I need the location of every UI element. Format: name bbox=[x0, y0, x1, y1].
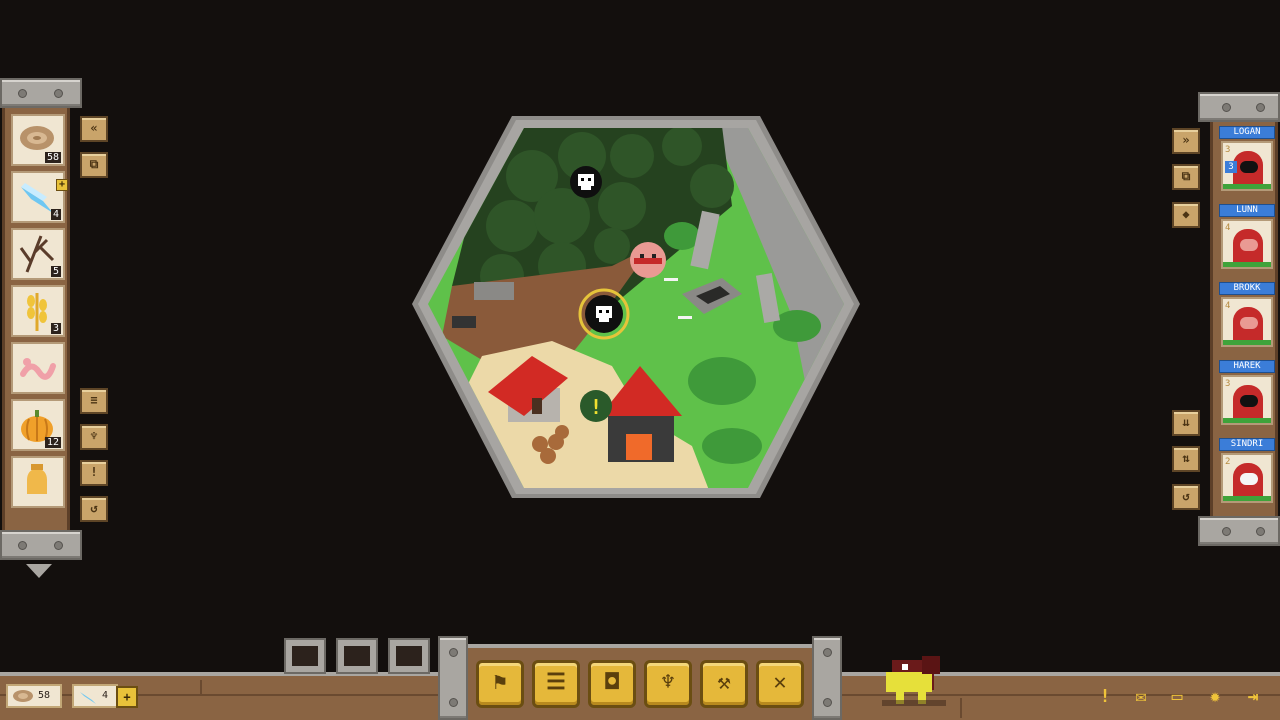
crystal-resource-counter: 4 bbox=[72, 684, 118, 708]
unit-level: 4 bbox=[1225, 223, 1231, 233]
unit-portrait: 4 bbox=[1221, 219, 1273, 269]
roster-sort-down-button[interactable]: ⇊ bbox=[1172, 410, 1200, 436]
swords-button[interactable]: ✕ bbox=[756, 660, 804, 708]
unit-name: LUNN bbox=[1219, 204, 1275, 217]
unit-name: BROKK bbox=[1219, 282, 1275, 295]
alert-glyph: ! bbox=[590, 395, 602, 419]
item-count: 12 bbox=[44, 437, 61, 448]
worm-icon bbox=[20, 358, 56, 380]
mug-button[interactable]: ◘ bbox=[588, 660, 636, 708]
hooded-face-icon bbox=[1240, 395, 1258, 407]
unit-portrait: 3 3 bbox=[1221, 141, 1273, 191]
unit-name: SINDRI bbox=[1219, 438, 1275, 451]
wood-log-icon bbox=[13, 690, 33, 702]
hooded-face-icon bbox=[1240, 161, 1258, 173]
unit-portrait: 2 bbox=[1221, 453, 1273, 503]
roster-copy-button[interactable]: ⧉ bbox=[1172, 164, 1200, 190]
mine-cart bbox=[474, 282, 514, 300]
crystal-icon bbox=[80, 692, 96, 704]
quick-slot-2[interactable] bbox=[336, 638, 378, 674]
inventory-list: 58 + 4 5 3 12 bbox=[2, 108, 70, 530]
settings-gear-icon[interactable]: ✹ bbox=[1202, 684, 1228, 710]
pig-face-icon bbox=[1240, 239, 1258, 251]
unit-level: 2 bbox=[1225, 457, 1231, 467]
item-count: 3 bbox=[50, 323, 61, 334]
enemy-skull-marker[interactable] bbox=[570, 166, 602, 198]
roster-refresh-button[interactable]: ↺ bbox=[1172, 484, 1200, 510]
unit-card[interactable]: LOGAN 3 3 bbox=[1219, 126, 1275, 196]
wood-resource-counter: 58 bbox=[6, 684, 62, 708]
expand-roster-button[interactable]: » bbox=[1172, 128, 1200, 154]
trophy-button[interactable]: ♆ bbox=[644, 660, 692, 708]
pickaxe-button[interactable]: ⚒ bbox=[700, 660, 748, 708]
inventory-slot-honey[interactable] bbox=[11, 456, 65, 508]
hex-map-tile[interactable]: ! bbox=[412, 116, 860, 498]
enemy-skull-marker-selected[interactable] bbox=[578, 288, 630, 340]
item-count: 58 bbox=[44, 152, 61, 163]
exit-icon[interactable]: ⇥ bbox=[1240, 684, 1266, 710]
mail-icon[interactable]: ✉ bbox=[1128, 684, 1154, 710]
add-crystal-button[interactable]: + bbox=[56, 179, 68, 191]
inventory-slot-worm[interactable] bbox=[11, 342, 65, 394]
inventory-alert-button[interactable]: ! bbox=[80, 460, 108, 486]
item-count: 5 bbox=[50, 266, 61, 277]
pet-creature-icon[interactable] bbox=[882, 652, 946, 710]
roster-list: LOGAN 3 3 LUNN 4 BROKK 4 HAREK 3 SINDRI … bbox=[1210, 122, 1278, 516]
unit-portrait: 4 bbox=[1221, 297, 1273, 347]
inventory-panel: 58 + 4 5 3 12 bbox=[0, 78, 82, 564]
roster-panel: LOGAN 3 3 LUNN 4 BROKK 4 HAREK 3 SINDRI … bbox=[1198, 92, 1280, 548]
unit-portrait: 3 bbox=[1221, 375, 1273, 425]
quick-slot-3[interactable] bbox=[388, 638, 430, 674]
action-toolbar: ⚑ ☰ ◘ ♆ ⚒ ✕ bbox=[438, 636, 842, 720]
buy-crystal-button[interactable]: + bbox=[116, 686, 138, 708]
inventory-slot-crystal[interactable]: + 4 bbox=[11, 171, 68, 223]
flag-button[interactable]: ⚑ bbox=[476, 660, 524, 708]
quick-slot-1[interactable] bbox=[284, 638, 326, 674]
pink-unit-marker[interactable] bbox=[630, 242, 666, 278]
toolbar-post-left bbox=[438, 636, 468, 720]
unit-name: HAREK bbox=[1219, 360, 1275, 373]
unit-card[interactable]: SINDRI 2 bbox=[1219, 438, 1275, 508]
roster-frame-top bbox=[1198, 92, 1280, 122]
item-count: 4 bbox=[50, 209, 61, 220]
wood-count: 58 bbox=[38, 690, 51, 701]
crystal-count: 4 bbox=[102, 690, 109, 701]
scroll-button[interactable]: ☰ bbox=[532, 660, 580, 708]
unit-badge: 3 bbox=[1225, 161, 1237, 173]
toolbar-post-right bbox=[812, 636, 842, 720]
game-screen: 58 + 4 5 3 12 « ⧉ ≡ ♆ ! ↺ ! LOGAN 3 3 LU… bbox=[0, 0, 1280, 720]
honey-icon bbox=[27, 464, 47, 494]
roster-gem-button[interactable]: ◆ bbox=[1172, 202, 1200, 228]
skull-face-icon bbox=[1240, 473, 1258, 485]
unit-card[interactable]: BROKK 4 bbox=[1219, 282, 1275, 352]
inventory-sort-button[interactable]: ≡ bbox=[80, 388, 108, 414]
monitor-icon[interactable]: ▭ bbox=[1164, 684, 1190, 710]
inventory-slot-pumpkin[interactable]: 12 bbox=[11, 399, 65, 451]
unit-card[interactable]: HAREK 3 bbox=[1219, 360, 1275, 430]
inventory-slot-twig[interactable]: 5 bbox=[11, 228, 65, 280]
collapse-inventory-button[interactable]: « bbox=[80, 116, 108, 142]
inventory-slot-wood[interactable]: 58 bbox=[11, 114, 65, 166]
quest-alert-marker[interactable]: ! bbox=[580, 390, 612, 422]
pig-face-icon bbox=[1240, 317, 1258, 329]
inventory-frame-bottom bbox=[0, 530, 82, 560]
inventory-trophy-button[interactable]: ♆ bbox=[80, 424, 108, 450]
alert-icon[interactable]: ! bbox=[1092, 684, 1118, 710]
unit-card[interactable]: LUNN 4 bbox=[1219, 204, 1275, 274]
unit-name: LOGAN bbox=[1219, 126, 1275, 139]
roster-frame-bottom bbox=[1198, 516, 1280, 546]
inventory-copy-button[interactable]: ⧉ bbox=[80, 152, 108, 178]
unit-level: 4 bbox=[1225, 301, 1231, 311]
inventory-slot-wheat[interactable]: 3 bbox=[11, 285, 65, 337]
unit-level: 3 bbox=[1225, 379, 1231, 389]
roster-sort-button[interactable]: ⇅ bbox=[1172, 446, 1200, 472]
inventory-scroll-down-icon[interactable] bbox=[26, 564, 52, 578]
unit-level: 3 bbox=[1225, 145, 1231, 155]
inventory-refresh-button[interactable]: ↺ bbox=[80, 496, 108, 522]
inventory-frame-top bbox=[0, 78, 82, 108]
